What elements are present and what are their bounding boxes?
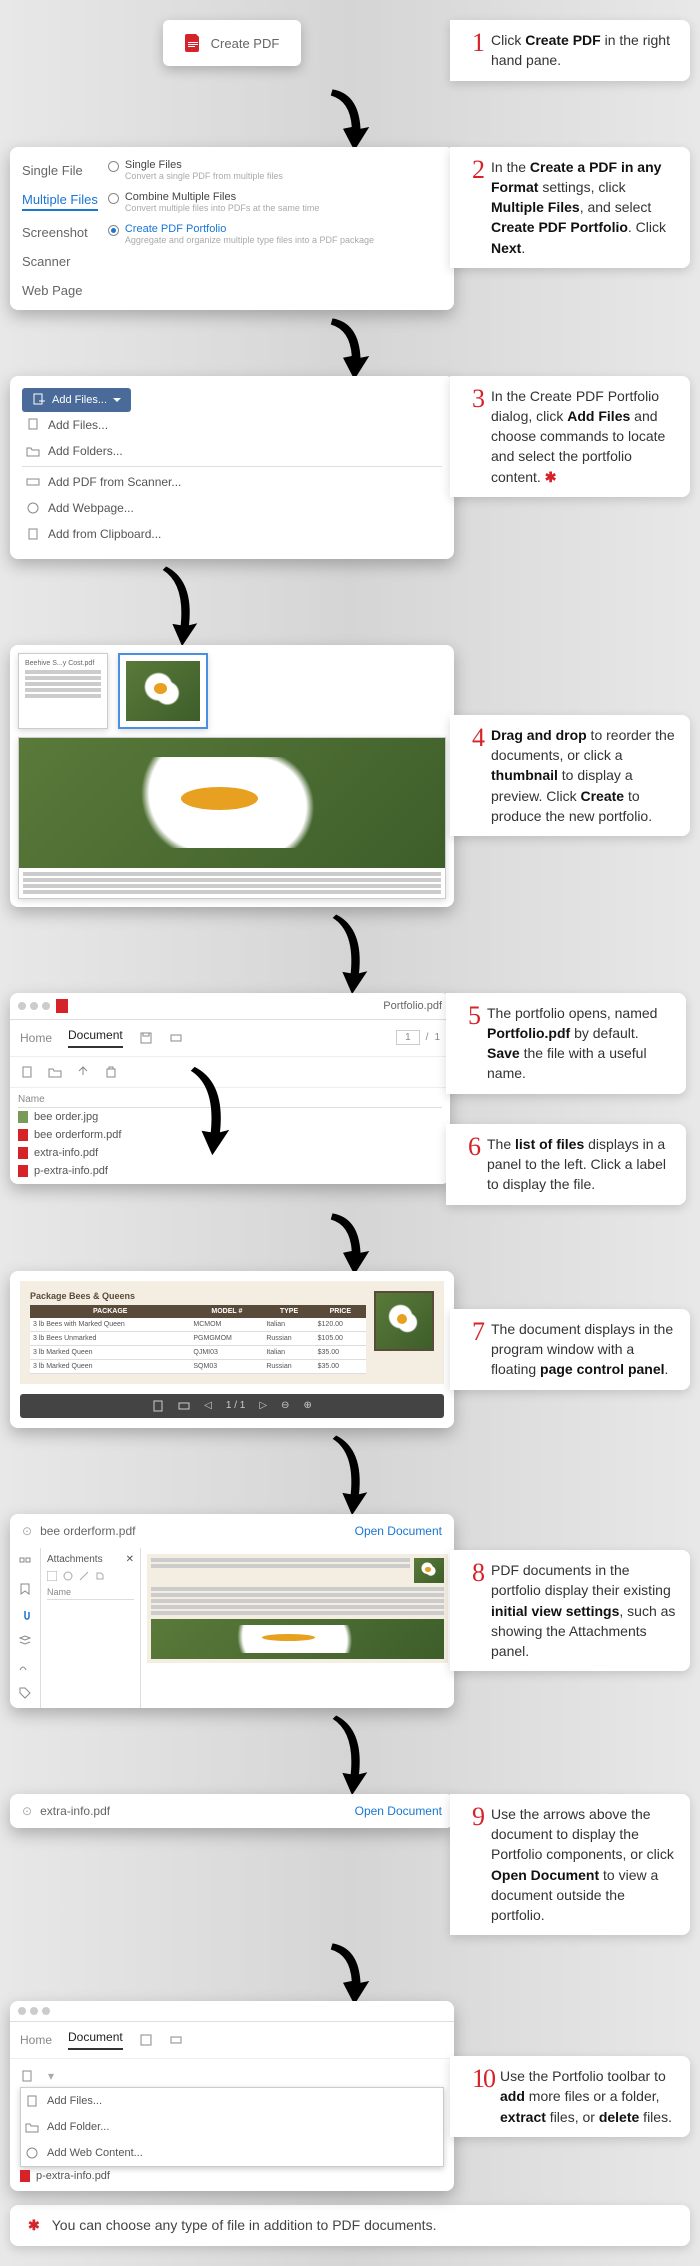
document-view-panel: Package Bees & Queens PACKAGEMODEL #TYPE…	[10, 1271, 454, 1428]
pdf-file-icon	[18, 1147, 28, 1159]
pdf-badge-icon	[56, 999, 68, 1013]
file-icon	[26, 418, 40, 432]
create-pdf-options-panel: Single File Multiple Files Screenshot Sc…	[10, 147, 454, 310]
tab-document[interactable]: Document	[68, 2030, 123, 2050]
step-4: 4 Drag and drop to reorder the documents…	[450, 715, 690, 836]
menu-add-scanner[interactable]: Add PDF from Scanner...	[22, 469, 442, 495]
image-icon	[18, 1111, 28, 1123]
page-plus-icon	[32, 393, 46, 407]
step-10: 10 Use the Portfolio toolbar to add more…	[450, 2056, 690, 2137]
open-document-bar: ⊙ extra-info.pdf Open Document	[10, 1794, 454, 1828]
attachments-view-panel: ⊙ bee orderform.pdf Open Document Attach…	[10, 1514, 454, 1708]
window-title: Portfolio.pdf	[383, 1000, 442, 1012]
option-portfolio[interactable]: Create PDF PortfolioAggregate and organi…	[108, 223, 442, 245]
close-icon[interactable]: ✕	[126, 1554, 134, 1565]
add-file-icon[interactable]	[20, 1065, 34, 1079]
clipboard-icon	[26, 527, 40, 541]
thumbnails-panel: Beehive S...y Cost.pdf	[10, 645, 454, 907]
menu-add-clipboard[interactable]: Add from Clipboard...	[22, 521, 442, 547]
step-8: 8 PDF documents in the portfolio display…	[450, 1550, 690, 1671]
signature-icon[interactable]	[18, 1660, 32, 1674]
layers-icon[interactable]	[18, 1634, 32, 1648]
create-pdf-label: Create PDF	[211, 36, 280, 51]
step-1: 1 Click Create PDF in the right hand pan…	[450, 20, 690, 81]
caret-down-icon	[113, 398, 121, 402]
option-combine[interactable]: Combine Multiple FilesConvert multiple f…	[108, 191, 442, 213]
tab-screenshot[interactable]: Screenshot	[22, 225, 98, 240]
menu-add-web[interactable]: Add Web Content...	[21, 2140, 443, 2166]
menu-add-webpage[interactable]: Add Webpage...	[22, 495, 442, 521]
save-icon[interactable]	[139, 1031, 153, 1045]
open-document-link[interactable]: Open Document	[355, 1524, 442, 1538]
pdf-icon	[185, 34, 201, 52]
add-files-panel: Add Files... Add Files... Add Folders...…	[10, 376, 454, 559]
pdf-file-icon	[18, 1129, 28, 1141]
asterisk-icon: ✱	[28, 2217, 40, 2234]
tab-home[interactable]: Home	[20, 2033, 52, 2047]
portfolio-window: Portfolio.pdf Home Document 1/1 Name bee…	[10, 993, 450, 1184]
asterisk-icon: ✱	[545, 469, 557, 485]
print-icon	[178, 1400, 190, 1412]
print-icon[interactable]	[169, 2033, 183, 2047]
menu-add-files[interactable]: Add Files...	[22, 412, 442, 438]
step-7: 7 The document displays in the program w…	[450, 1309, 690, 1390]
thumbnail-1[interactable]: Beehive S...y Cost.pdf	[18, 653, 108, 729]
step-6: 6 The list of files displays in a panel …	[446, 1124, 686, 1205]
tab-document[interactable]: Document	[68, 1028, 123, 1048]
add-icon[interactable]	[20, 2069, 34, 2083]
tab-web-page[interactable]: Web Page	[22, 283, 98, 298]
step-9: 9 Use the arrows above the document to d…	[450, 1794, 690, 1936]
print-icon[interactable]	[169, 1031, 183, 1045]
name-header: Name	[18, 1092, 442, 1108]
extract-icon[interactable]	[76, 1065, 90, 1079]
menu-add-folder[interactable]: Add Folder...	[21, 2114, 443, 2140]
tab-single-file[interactable]: Single File	[22, 163, 98, 178]
page-icon	[152, 1400, 164, 1412]
step-2: 2 In the Create a PDF in any Format sett…	[450, 147, 690, 268]
tag-icon[interactable]	[18, 1686, 32, 1700]
file-row[interactable]: bee orderform.pdf	[18, 1126, 442, 1144]
add-folder-icon[interactable]	[48, 1065, 62, 1079]
menu-add-folders[interactable]: Add Folders...	[22, 438, 442, 464]
create-pdf-button[interactable]: Create PDF	[163, 20, 302, 66]
open-document-link[interactable]: Open Document	[355, 1804, 442, 1818]
file-row[interactable]: p-extra-info.pdf	[18, 1162, 442, 1180]
preview-large	[18, 737, 446, 899]
option-single[interactable]: Single FilesConvert a single PDF from mu…	[108, 159, 442, 181]
save-icon[interactable]	[139, 2033, 153, 2047]
tab-home[interactable]: Home	[20, 1031, 52, 1045]
portfolio-toolbar-panel: Home Document ▾ Add Files... Add Folder.…	[10, 2001, 454, 2191]
menu-add-files[interactable]: Add Files...	[21, 2088, 443, 2114]
step-3: 3 In the Create PDF Portfolio dialog, cl…	[450, 376, 690, 497]
file-row[interactable]: bee order.jpg	[18, 1108, 442, 1126]
pdf-file-icon	[18, 1165, 28, 1177]
scanner-icon	[26, 475, 40, 489]
nav-arrow-icon[interactable]: ⊙	[22, 1804, 32, 1818]
tab-scanner[interactable]: Scanner	[22, 254, 98, 269]
thumbnails-icon[interactable]	[18, 1556, 32, 1570]
add-files-dropdown[interactable]: Add Files...	[22, 388, 131, 412]
tab-multiple-files[interactable]: Multiple Files	[22, 192, 98, 211]
globe-icon	[26, 501, 40, 515]
attachment-icon[interactable]	[18, 1608, 32, 1622]
page-control-panel[interactable]: ◁1 / 1▷ ⊖⊕	[20, 1394, 444, 1418]
footer-note: ✱ You can choose any type of file in add…	[10, 2205, 690, 2246]
thumbnail-2[interactable]	[118, 653, 208, 729]
file-row[interactable]: p-extra-info.pdf	[20, 2167, 444, 2185]
step-5: 5 The portfolio opens, named Portfolio.p…	[446, 993, 686, 1094]
file-row[interactable]: extra-info.pdf	[18, 1144, 442, 1162]
delete-icon[interactable]	[104, 1065, 118, 1079]
bookmark-icon[interactable]	[18, 1582, 32, 1596]
folder-icon	[26, 444, 40, 458]
